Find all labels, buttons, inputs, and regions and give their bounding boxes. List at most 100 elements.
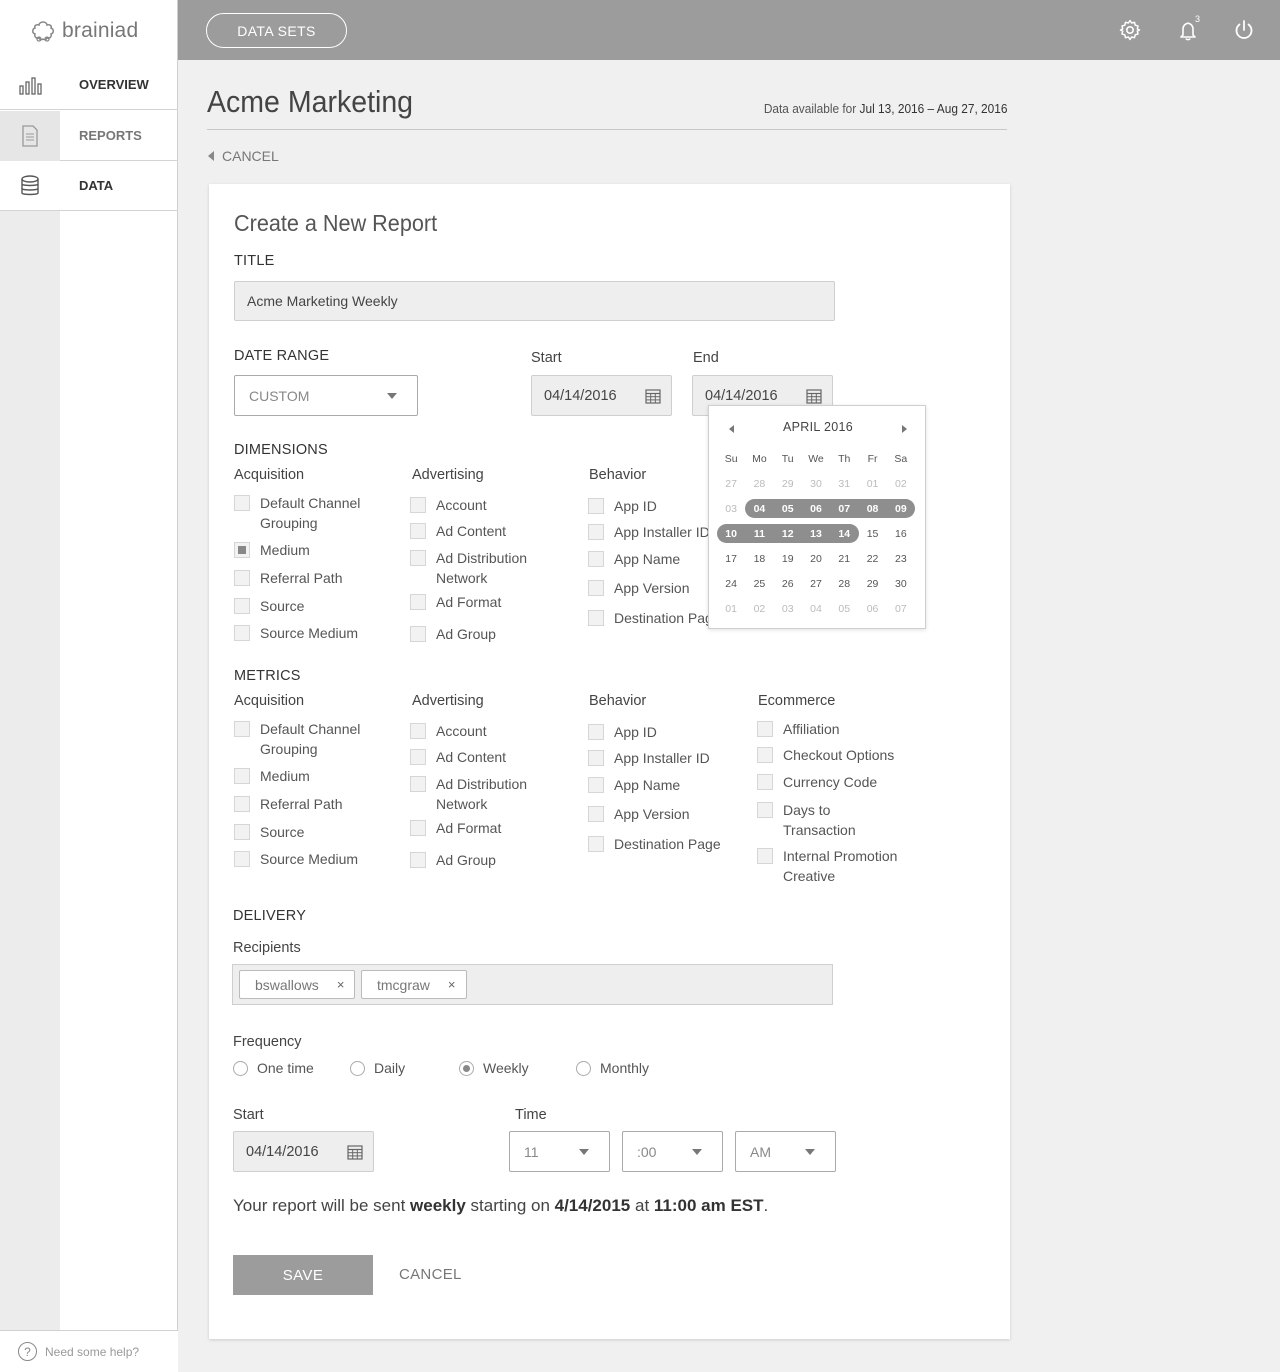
calendar-day[interactable]: 15	[858, 521, 886, 546]
metric-checkbox-internal-promotion-creative[interactable]: Internal Promotion Creative	[757, 846, 901, 886]
dimension-checkbox-app-version[interactable]: App Version	[588, 578, 690, 598]
checkbox[interactable]	[757, 802, 773, 818]
checkbox[interactable]	[234, 824, 250, 840]
dimension-checkbox-referral-path[interactable]: Referral Path	[234, 568, 342, 588]
radio-button[interactable]	[459, 1060, 474, 1076]
calendar-day[interactable]: 02	[745, 596, 773, 621]
title-input[interactable]: Acme Marketing Weekly	[234, 281, 835, 321]
calendar-icon[interactable]	[645, 388, 661, 404]
radio-button[interactable]	[233, 1060, 248, 1076]
checkbox[interactable]	[234, 721, 250, 737]
checkbox[interactable]	[410, 852, 426, 868]
calendar-day[interactable]: 03	[774, 596, 802, 621]
metric-checkbox-days-to-transaction[interactable]: Days to Transaction	[757, 800, 901, 840]
start-date-input[interactable]: 04/14/2016	[531, 375, 672, 416]
calendar-day[interactable]: 16	[887, 521, 915, 546]
checkbox[interactable]	[234, 796, 250, 812]
calendar-day[interactable]: 06	[802, 496, 830, 521]
calendar-day[interactable]: 04	[745, 496, 773, 521]
recipients-input[interactable]: bswallows × tmcgraw ×	[232, 964, 833, 1005]
metric-checkbox-ad-format[interactable]: Ad Format	[410, 818, 501, 838]
calendar-day[interactable]: 23	[887, 546, 915, 571]
calendar-day[interactable]: 10	[717, 521, 745, 546]
calendar-day[interactable]: 18	[745, 546, 773, 571]
calendar-day[interactable]: 05	[830, 596, 858, 621]
frequency-option-weekly[interactable]: Weekly	[459, 1060, 529, 1076]
radio-button[interactable]	[576, 1060, 591, 1076]
checkbox[interactable]	[234, 495, 250, 511]
date-range-select[interactable]: CUSTOM	[234, 375, 418, 416]
checkbox[interactable]	[234, 851, 250, 867]
dimension-checkbox-destination-page[interactable]: Destination Page	[588, 608, 721, 628]
dimension-checkbox-app-name[interactable]: App Name	[588, 549, 680, 569]
help-link[interactable]: ? Need some help?	[0, 1330, 178, 1372]
calendar-day[interactable]: 22	[858, 546, 886, 571]
calendar-day[interactable]: 02	[887, 471, 915, 496]
frequency-option-one-time[interactable]: One time	[233, 1060, 314, 1076]
dimension-checkbox-source[interactable]: Source	[234, 596, 304, 616]
dimension-checkbox-source-medium[interactable]: Source Medium	[234, 623, 358, 643]
bell-icon[interactable]: 3	[1177, 14, 1201, 42]
dimension-checkbox-ad-format[interactable]: Ad Format	[410, 592, 501, 612]
calendar-day[interactable]: 27	[717, 471, 745, 496]
dimension-checkbox-app-installer-id[interactable]: App Installer ID	[588, 522, 710, 542]
calendar-day[interactable]: 21	[830, 546, 858, 571]
calendar-day[interactable]: 07	[887, 596, 915, 621]
calendar-day[interactable]: 26	[774, 571, 802, 596]
checkbox[interactable]	[234, 625, 250, 641]
calendar-day[interactable]: 13	[802, 521, 830, 546]
checkbox[interactable]	[588, 551, 604, 567]
calendar-day[interactable]: 30	[802, 471, 830, 496]
checkbox[interactable]	[588, 806, 604, 822]
checkbox[interactable]	[588, 724, 604, 740]
checkbox[interactable]	[757, 747, 773, 763]
dimension-checkbox-default-channel-grouping[interactable]: Default Channel Grouping	[234, 493, 378, 533]
checkbox[interactable]	[588, 777, 604, 793]
checkbox[interactable]	[410, 776, 426, 792]
calendar-day[interactable]: 01	[858, 471, 886, 496]
frequency-option-monthly[interactable]: Monthly	[576, 1060, 649, 1076]
checkbox[interactable]	[757, 774, 773, 790]
checkbox[interactable]	[410, 820, 426, 836]
checkbox[interactable]	[588, 580, 604, 596]
metric-checkbox-source[interactable]: Source	[234, 822, 304, 842]
checkbox[interactable]	[588, 750, 604, 766]
metric-checkbox-referral-path[interactable]: Referral Path	[234, 794, 342, 814]
metric-checkbox-app-installer-id[interactable]: App Installer ID	[588, 748, 710, 768]
calendar-day[interactable]: 17	[717, 546, 745, 571]
checkbox[interactable]	[410, 626, 426, 642]
checkbox[interactable]	[588, 524, 604, 540]
calendar-day[interactable]: 20	[802, 546, 830, 571]
sidebar-item-reports[interactable]: REPORTS	[0, 110, 178, 161]
time-hour-select[interactable]: 11	[509, 1131, 610, 1172]
metric-checkbox-app-id[interactable]: App ID	[588, 722, 657, 742]
metric-checkbox-currency-code[interactable]: Currency Code	[757, 772, 877, 792]
radio-button[interactable]	[350, 1060, 365, 1076]
metric-checkbox-affiliation[interactable]: Affiliation	[757, 719, 840, 739]
checkbox[interactable]	[757, 721, 773, 737]
metric-checkbox-checkout-options[interactable]: Checkout Options	[757, 745, 894, 765]
calendar-day[interactable]: 27	[802, 571, 830, 596]
checkbox[interactable]	[410, 594, 426, 610]
calendar-day[interactable]: 29	[774, 471, 802, 496]
calendar-day[interactable]: 05	[774, 496, 802, 521]
remove-recipient-icon[interactable]: ×	[337, 977, 345, 992]
dimension-checkbox-ad-distribution-network[interactable]: Ad Distribution Network	[410, 548, 554, 588]
checkbox[interactable]	[410, 550, 426, 566]
checkbox[interactable]	[410, 723, 426, 739]
dimension-checkbox-ad-content[interactable]: Ad Content	[410, 521, 506, 541]
dimension-checkbox-medium[interactable]: Medium	[234, 540, 310, 560]
next-month-icon[interactable]	[902, 425, 907, 433]
calendar-day[interactable]: 06	[858, 596, 886, 621]
remove-recipient-icon[interactable]: ×	[448, 977, 456, 992]
time-minute-select[interactable]: :00	[622, 1131, 723, 1172]
metric-checkbox-app-name[interactable]: App Name	[588, 775, 680, 795]
logo[interactable]: brainiad	[30, 16, 138, 46]
checkbox[interactable]	[234, 598, 250, 614]
calendar-day[interactable]: 03	[717, 496, 745, 521]
sidebar-item-overview[interactable]: OVERVIEW	[0, 60, 178, 110]
delivery-start-input[interactable]: 04/14/2016	[233, 1131, 374, 1172]
dimension-checkbox-account[interactable]: Account	[410, 495, 487, 515]
dimension-checkbox-app-id[interactable]: App ID	[588, 496, 657, 516]
calendar-day[interactable]: 29	[858, 571, 886, 596]
